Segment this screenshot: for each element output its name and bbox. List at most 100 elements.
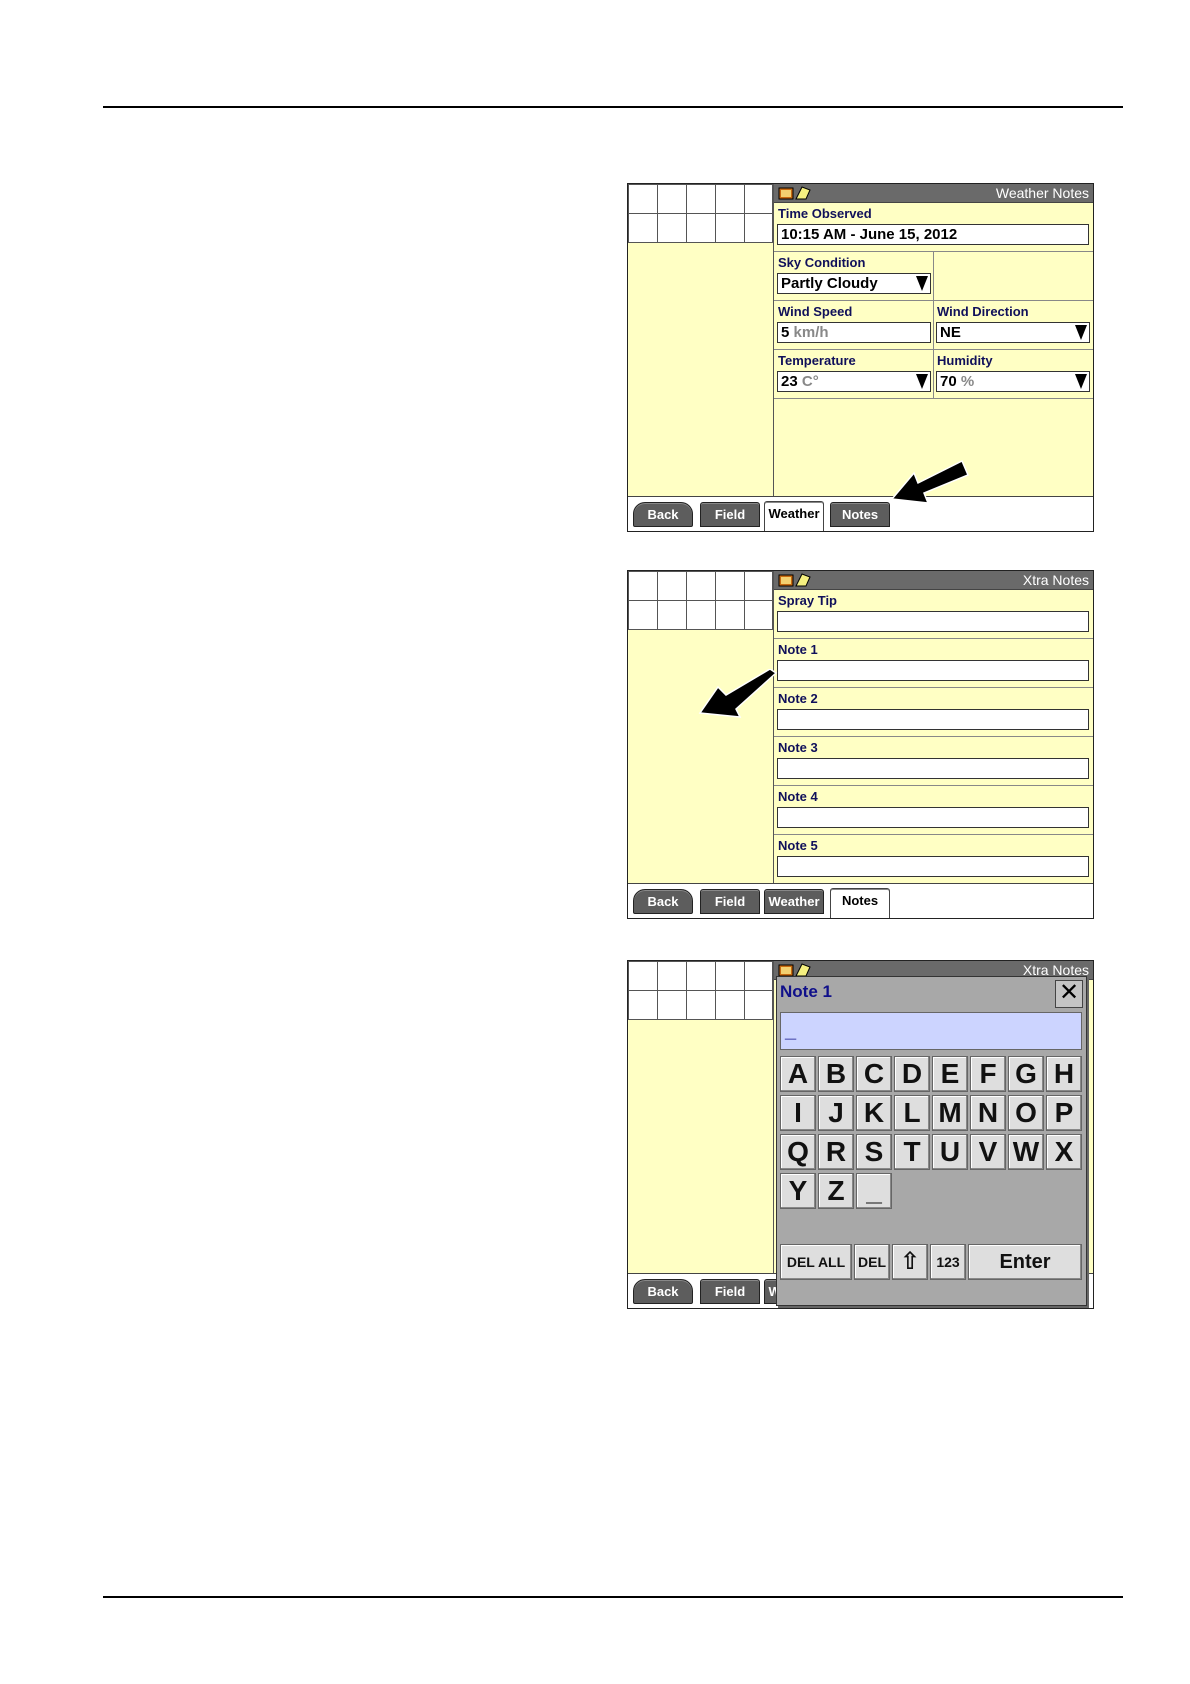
key-e[interactable]: E: [932, 1056, 968, 1092]
note-3-row: Note 3: [774, 737, 1093, 786]
note-5-field[interactable]: [777, 856, 1089, 877]
wind-speed-label: Wind Speed: [778, 304, 853, 319]
key-v[interactable]: V: [970, 1134, 1006, 1170]
spray-tip-field[interactable]: [777, 611, 1089, 632]
notes-tab[interactable]: Notes: [830, 888, 890, 918]
note-2-label: Note 2: [778, 691, 818, 706]
wind-direction-label: Wind Direction: [937, 304, 1029, 319]
shortcut-grid: [628, 961, 773, 1020]
spray-tip-label: Spray Tip: [778, 593, 838, 608]
note-1-row: Note 1: [774, 639, 1093, 688]
top-rule: [103, 106, 1123, 108]
numeric-mode-button[interactable]: 123: [930, 1244, 966, 1280]
temperature-dropdown[interactable]: 23 C°: [777, 371, 931, 392]
key-q[interactable]: Q: [780, 1134, 816, 1170]
spray-tip-row: Spray Tip: [774, 590, 1093, 639]
field-tab[interactable]: Field: [700, 889, 760, 914]
keyboard-dialog: Note 1 ✕ _ A B C D E F G H I J K L M N O…: [776, 976, 1087, 1306]
tab-bar: Back Field Weather Notes: [628, 496, 1093, 531]
delete-all-button[interactable]: DEL ALL: [780, 1244, 852, 1280]
key-d[interactable]: D: [894, 1056, 930, 1092]
pointer-arrow-icon: [890, 459, 969, 504]
pointer-arrow-icon: [698, 669, 778, 718]
key-underscore[interactable]: _: [856, 1173, 892, 1209]
key-f[interactable]: F: [970, 1056, 1006, 1092]
key-o[interactable]: O: [1008, 1095, 1044, 1131]
note-4-field[interactable]: [777, 807, 1089, 828]
key-r[interactable]: R: [818, 1134, 854, 1170]
key-i[interactable]: I: [780, 1095, 816, 1131]
key-x[interactable]: X: [1046, 1134, 1082, 1170]
note-1-label: Note 1: [778, 642, 818, 657]
shift-icon[interactable]: ⇧: [892, 1244, 928, 1280]
back-tab[interactable]: Back: [633, 889, 693, 914]
note-3-field[interactable]: [777, 758, 1089, 779]
dropdown-arrow-icon: [915, 275, 929, 292]
sky-condition-row: Sky Condition Partly Cloudy: [774, 252, 1093, 301]
shortcut-grid: [628, 571, 773, 630]
temperature-humidity-row: Temperature Humidity 23 C° 70 %: [774, 350, 1093, 399]
key-a[interactable]: A: [780, 1056, 816, 1092]
keyboard-screenshot: Xtra Notes Back Field Weather Note 1 ✕ _…: [627, 960, 1094, 1309]
wind-speed-field[interactable]: 5 km/h: [777, 322, 931, 343]
dialog-title: Note 1: [780, 982, 832, 1001]
dropdown-arrow-icon: [1074, 373, 1088, 390]
key-n[interactable]: N: [970, 1095, 1006, 1131]
tab-bar: Back Field Weather Notes: [628, 883, 1093, 918]
sky-condition-dropdown[interactable]: Partly Cloudy: [777, 273, 931, 294]
key-s[interactable]: S: [856, 1134, 892, 1170]
note-2-row: Note 2: [774, 688, 1093, 737]
time-observed-label: Time Observed: [778, 206, 872, 221]
note-5-label: Note 5: [778, 838, 818, 853]
key-l[interactable]: L: [894, 1095, 930, 1131]
field-tab[interactable]: Field: [700, 1279, 760, 1304]
wind-row: Wind Speed Wind Direction 5 km/h NE: [774, 301, 1093, 350]
key-h[interactable]: H: [1046, 1056, 1082, 1092]
display-icon: [778, 573, 811, 587]
delete-button[interactable]: DEL: [854, 1244, 890, 1280]
weather-tab[interactable]: Weather: [764, 501, 824, 531]
close-icon[interactable]: ✕: [1055, 980, 1083, 1008]
note-2-field[interactable]: [777, 709, 1089, 730]
note-input[interactable]: _: [780, 1012, 1082, 1050]
temperature-label: Temperature: [778, 353, 856, 368]
note-4-label: Note 4: [778, 789, 818, 804]
key-b[interactable]: B: [818, 1056, 854, 1092]
sky-condition-label: Sky Condition: [778, 255, 866, 270]
field-tab[interactable]: Field: [700, 502, 760, 527]
key-w[interactable]: W: [1008, 1134, 1044, 1170]
note-1-field[interactable]: [777, 660, 1089, 681]
key-y[interactable]: Y: [780, 1173, 816, 1209]
key-z[interactable]: Z: [818, 1173, 854, 1209]
note-5-row: Note 5: [774, 835, 1093, 884]
notes-tab[interactable]: Notes: [830, 502, 890, 527]
back-tab[interactable]: Back: [633, 1279, 693, 1304]
key-u[interactable]: U: [932, 1134, 968, 1170]
bottom-rule: [103, 1596, 1123, 1598]
humidity-label: Humidity: [937, 353, 993, 368]
time-observed-field[interactable]: 10:15 AM - June 15, 2012: [777, 224, 1089, 245]
key-p[interactable]: P: [1046, 1095, 1082, 1131]
wind-direction-dropdown[interactable]: NE: [936, 322, 1090, 343]
screen-title: Xtra Notes: [1022, 572, 1089, 588]
key-t[interactable]: T: [894, 1134, 930, 1170]
xtra-notes-panel: Xtra Notes Spray Tip Note 1 Note 2 Note …: [774, 571, 1093, 884]
title-bar: Weather Notes: [774, 184, 1093, 203]
note-4-row: Note 4: [774, 786, 1093, 835]
key-m[interactable]: M: [932, 1095, 968, 1131]
key-c[interactable]: C: [856, 1056, 892, 1092]
key-j[interactable]: J: [818, 1095, 854, 1131]
humidity-dropdown[interactable]: 70 %: [936, 371, 1090, 392]
display-icon: [778, 186, 811, 200]
time-observed-row: Time Observed 10:15 AM - June 15, 2012: [774, 203, 1093, 252]
back-tab[interactable]: Back: [633, 502, 693, 527]
key-k[interactable]: K: [856, 1095, 892, 1131]
screen-title: Weather Notes: [995, 185, 1089, 201]
shortcut-grid: [628, 184, 773, 243]
dropdown-arrow-icon: [915, 373, 929, 390]
xtra-notes-screenshot: Xtra Notes Spray Tip Note 1 Note 2 Note …: [627, 570, 1094, 919]
enter-button[interactable]: Enter: [968, 1244, 1082, 1280]
key-g[interactable]: G: [1008, 1056, 1044, 1092]
title-bar: Xtra Notes: [774, 571, 1093, 590]
weather-tab[interactable]: Weather: [764, 889, 824, 914]
